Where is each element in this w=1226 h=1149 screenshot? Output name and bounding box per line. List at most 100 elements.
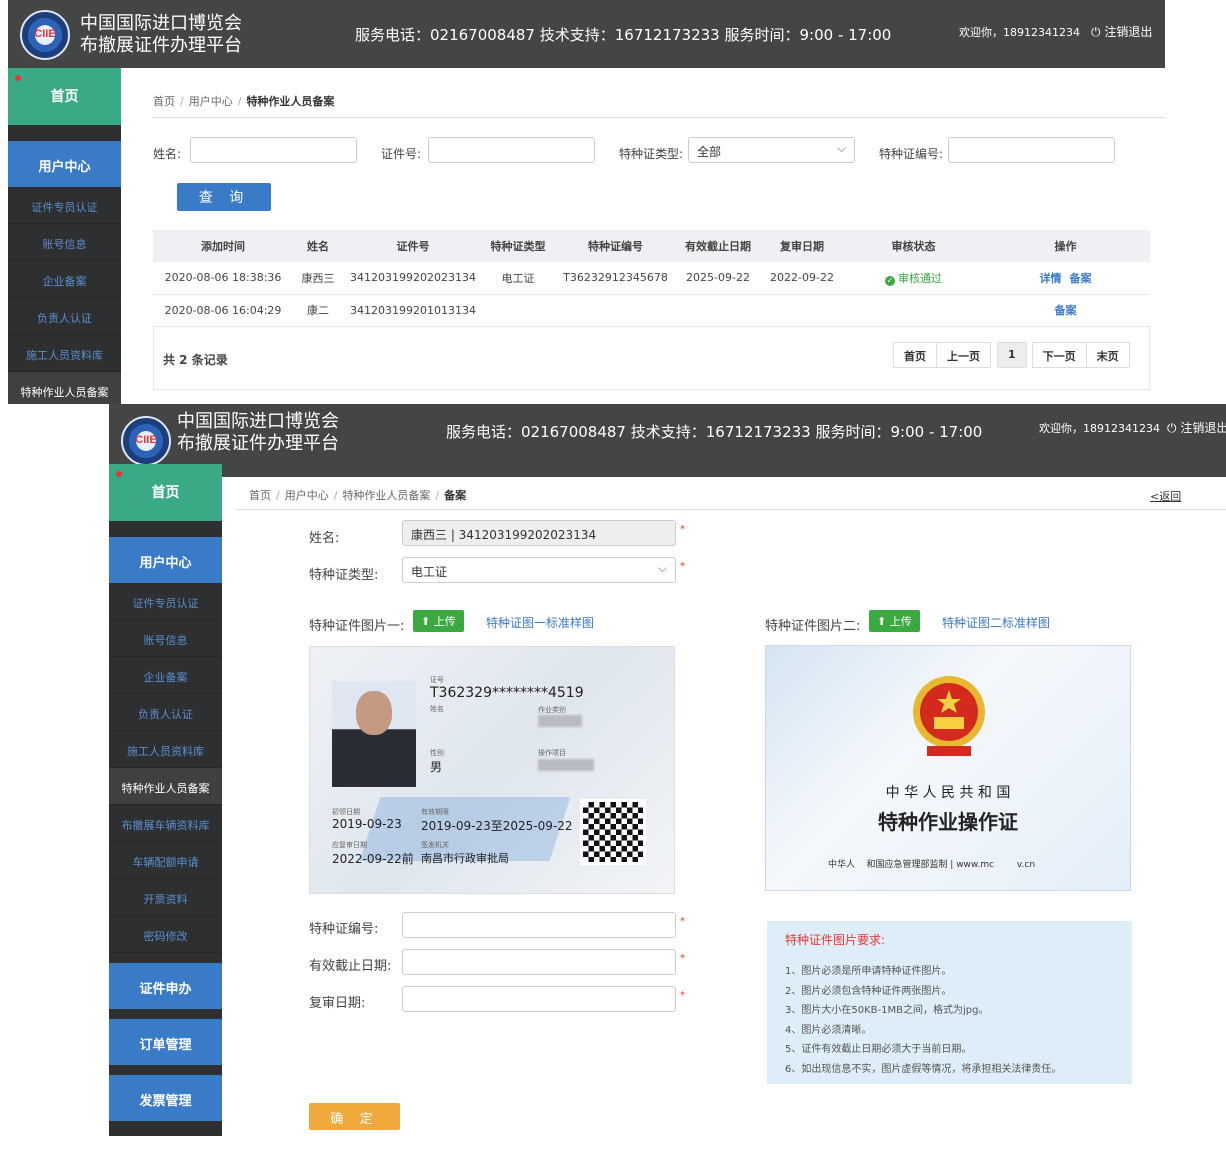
brand-line2: 布撤展证件办理平台 <box>80 35 242 56</box>
page-prev-button[interactable]: 上一页 <box>936 342 991 368</box>
name-filter-input[interactable] <box>190 137 357 163</box>
required-mark: * <box>680 916 685 927</box>
type-filter-select[interactable]: 全部 <box>688 137 855 163</box>
image-requirements: 特种证件图片要求: 1、图片必须是所申请特种证件图片。 2、图片必须包含特种证件… <box>767 921 1132 1084</box>
power-icon: ⏻ <box>1091 25 1101 39</box>
type-select-value: 电工证 <box>411 565 448 579</box>
form-window: CIIE 中国国际进口博览会 布撤展证件办理平台 服务电话：0216700848… <box>109 404 1226 1149</box>
sidebar-item-password[interactable]: 密码修改 <box>109 916 222 953</box>
sidebar-item-workers[interactable]: 施工人员资料库 <box>8 335 121 372</box>
cell-id: 341203199202023134 <box>343 262 483 295</box>
sample-image2-link[interactable]: 特种证图二标准样图 <box>942 614 1050 631</box>
upload-icon: ⬆ <box>877 615 887 628</box>
cell-id: 341203199201013134 <box>343 294 483 327</box>
detail-link[interactable]: 详情 <box>1040 272 1062 285</box>
sidebar-user-center[interactable]: 用户中心 <box>8 141 121 187</box>
sidebar-item-special-ops[interactable]: 特种作业人员备案 <box>109 768 222 805</box>
id-photo <box>332 681 416 787</box>
sidebar-user-center[interactable]: 用户中心 <box>109 537 222 583</box>
sidebar: 首页 用户中心 证件专员认证 账号信息 企业备案 负责人认证 施工人员资料库 特… <box>8 68 121 404</box>
sidebar-cert-apply[interactable]: 证件申办 <box>109 963 222 1009</box>
sidebar-item-cert-specialist[interactable]: 证件专员认证 <box>8 187 121 224</box>
breadcrumb-home[interactable]: 首页 <box>153 95 175 108</box>
certificate-back-image: 中 华 人 民 共 和 国 特种作业操作证 中华人 和国应急管理部监制 | ww… <box>765 645 1131 891</box>
records-table: 添加时间 姓名 证件号 特种证类型 特种证编号 有效截止日期 复审日期 审核状态… <box>153 230 1150 327</box>
ciie-logo: CIIE <box>121 416 171 466</box>
notification-dot <box>116 471 122 477</box>
breadcrumb-user-center[interactable]: 用户中心 <box>189 95 233 108</box>
expiry-date-input[interactable] <box>402 949 676 975</box>
status-badge: ✓ 审核通过 <box>885 272 942 286</box>
cell-status <box>846 294 981 327</box>
sidebar-order-mgmt[interactable]: 订单管理 <box>109 1019 222 1065</box>
upload-image2-button[interactable]: ⬆ 上传 <box>869 610 920 632</box>
card-sex-label: 性别 <box>430 749 444 757</box>
requirement-item: 1、图片必须是所申请特种证件图片。 <box>785 966 952 977</box>
query-button[interactable]: 查 询 <box>177 183 271 211</box>
id-filter-label: 证件号: <box>381 147 422 161</box>
submit-button[interactable]: 确 定 <box>309 1103 400 1130</box>
sidebar-home[interactable]: 首页 <box>8 68 121 125</box>
cell-review: 2022-09-22 <box>758 262 846 295</box>
page-next-button[interactable]: 下一页 <box>1031 342 1087 368</box>
card-issuer-label: 签发机关 <box>421 841 449 849</box>
cell-time: 2020-08-06 16:04:29 <box>153 294 293 327</box>
number-filter-input[interactable] <box>948 137 1115 163</box>
card-sex: 男 <box>430 760 443 774</box>
sidebar-item-cert-specialist[interactable]: 证件专员认证 <box>109 583 222 620</box>
logout-button[interactable]: ⏻ 注销退出 <box>1091 23 1152 40</box>
sidebar-item-manager[interactable]: 负责人认证 <box>109 694 222 731</box>
breadcrumb-special-ops[interactable]: 特种作业人员备案 <box>342 489 430 502</box>
sidebar-item-invoice-info[interactable]: 开票资料 <box>109 879 222 916</box>
power-icon: ⏻ <box>1167 421 1177 435</box>
cert-number-input[interactable] <box>402 912 676 938</box>
service-info: 服务电话：02167008487 技术支持：16712173233 服务时间：9… <box>446 423 983 441</box>
sidebar-item-special-ops[interactable]: 特种作业人员备案 <box>8 372 121 404</box>
requirement-item: 4、图片必须清晰。 <box>785 1024 872 1036</box>
sidebar-item-workers[interactable]: 施工人员资料库 <box>109 731 222 768</box>
sidebar-invoice-mgmt[interactable]: 发票管理 <box>109 1075 222 1121</box>
page-last-button[interactable]: 末页 <box>1085 342 1130 368</box>
breadcrumb-user-center[interactable]: 用户中心 <box>285 489 329 502</box>
sidebar-item-account[interactable]: 账号信息 <box>109 620 222 657</box>
page-current[interactable]: 1 <box>997 342 1027 368</box>
check-circle-icon: ✓ <box>885 275 895 286</box>
sidebar-item-account[interactable]: 账号信息 <box>8 224 121 261</box>
breadcrumb-current: 备案 <box>444 489 467 502</box>
welcome-text: 欢迎你，18912341234 <box>1039 422 1160 435</box>
id-filter-input[interactable] <box>428 137 595 163</box>
record-link[interactable]: 备案 <box>1055 304 1077 317</box>
cell-expiry: 2025-09-22 <box>678 262 758 295</box>
sidebar-home[interactable]: 首页 <box>109 464 222 521</box>
sidebar-item-company[interactable]: 企业备案 <box>8 261 121 298</box>
name-filter-label: 姓名: <box>153 147 182 161</box>
cell-review <box>758 294 846 327</box>
breadcrumb-home[interactable]: 首页 <box>249 489 271 502</box>
national-emblem <box>909 672 989 762</box>
page-first-button[interactable]: 首页 <box>893 342 937 368</box>
brand-title: 中国国际进口博览会 布撤展证件办理平台 <box>177 411 339 455</box>
sidebar-item-vehicle-quota[interactable]: 车辆配额申请 <box>109 842 222 879</box>
type-filter-value: 全部 <box>697 145 722 159</box>
record-link[interactable]: 备案 <box>1070 272 1092 285</box>
upload-image1-button[interactable]: ⬆ 上传 <box>413 610 464 632</box>
card-valid-label: 有效期限 <box>421 808 449 816</box>
logout-button[interactable]: ⏻ 注销退出 <box>1167 419 1226 436</box>
pagination: 首页 上一页 1 下一页 末页 <box>893 342 1130 368</box>
card2-country: 中 华 人 民 共 和 国 <box>885 785 1011 801</box>
sidebar-item-manager[interactable]: 负责人认证 <box>8 298 121 335</box>
face-shape <box>356 691 392 735</box>
type-select[interactable]: 电工证 <box>402 557 676 583</box>
review-date-input[interactable] <box>402 986 676 1012</box>
type-filter-label: 特种证类型: <box>619 147 684 161</box>
cell-actions: 备案 <box>981 294 1150 327</box>
sidebar-item-company[interactable]: 企业备案 <box>109 657 222 694</box>
sample-image1-link[interactable]: 特种证图一标准样图 <box>486 614 594 631</box>
card2-footer: 中华人 和国应急管理部监制 | www.mc v.cn <box>828 860 1036 870</box>
sidebar-item-vehicles[interactable]: 布撤展车辆资料库 <box>109 805 222 842</box>
breadcrumb: 首页 / 用户中心 / 特种作业人员备案 <box>153 95 335 108</box>
requirement-item: 3、图片大小在50KB-1MB之间，格式为jpg。 <box>785 1005 989 1016</box>
back-link[interactable]: <返回 <box>1150 488 1181 504</box>
review-label: 复审日期: <box>309 996 366 1011</box>
